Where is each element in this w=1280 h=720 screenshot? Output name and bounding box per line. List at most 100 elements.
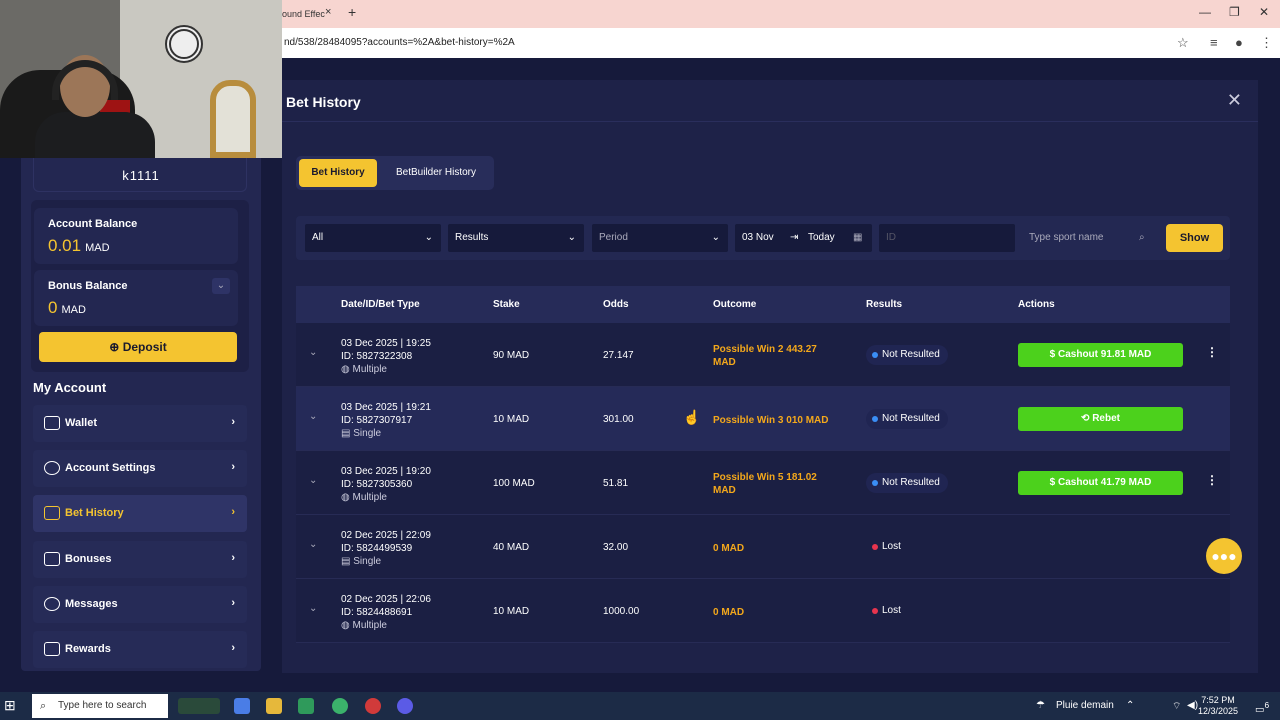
cashout-button[interactable]: $ Cashout 41.79 MAD <box>1018 471 1183 495</box>
show-button[interactable]: Show <box>1166 224 1223 252</box>
outcome: Possible Win 2 443.27 MAD <box>713 344 817 368</box>
tab-bet-history[interactable]: Bet History <box>299 159 377 187</box>
chevron-down-icon: ⌄ <box>567 232 576 243</box>
rebet-icon: ⟲ <box>1081 413 1093 424</box>
more-options-icon[interactable]: ⋮ <box>1206 345 1218 359</box>
bet-type: ▤ Single <box>341 428 382 439</box>
results-select[interactable]: Results ⌄ <box>448 224 584 252</box>
chevron-right-icon: › <box>231 597 235 609</box>
address-bar[interactable]: nd/538/28484095?accounts=%2A&bet-history… <box>284 37 515 48</box>
taskbar-search[interactable]: ⌕ Type here to search <box>32 694 168 718</box>
store-icon[interactable] <box>298 698 314 714</box>
chevron-down-icon[interactable]: ⌄ <box>212 278 230 294</box>
message-icon <box>44 597 60 611</box>
copilot-icon[interactable] <box>234 698 250 714</box>
col-results: Results <box>866 299 903 310</box>
ticket-icon: ▤ <box>341 428 354 439</box>
discord-icon[interactable] <box>397 698 413 714</box>
sidebar-item-bonuses[interactable]: Bonuses › <box>33 541 247 578</box>
cashout-button[interactable]: $ Cashout 91.81 MAD <box>1018 343 1183 367</box>
table-row[interactable]: ⌄ 03 Dec 2025 | 19:20 ID: 5827305360 ◍ Mul… <box>296 451 1230 515</box>
more-options-icon[interactable]: ⋮ <box>1206 473 1218 487</box>
chevron-down-icon[interactable]: ⌄ <box>309 539 317 550</box>
bet-type: ◍ Multiple <box>341 620 387 631</box>
sidebar-item-wallet[interactable]: Wallet › <box>33 405 247 442</box>
col-date: Date/ID/Bet Type <box>341 299 420 310</box>
sidebar-item-messages[interactable]: Messages › <box>33 586 247 623</box>
account-select[interactable]: All ⌄ <box>305 224 441 252</box>
period-select[interactable]: Period ⌄ <box>592 224 728 252</box>
stake: 90 MAD <box>493 350 530 361</box>
weather-text[interactable]: Pluie demain <box>1056 700 1114 711</box>
bet-info: 03 Dec 2025 | 19:20 ID: 5827305360 ◍ Multi… <box>341 466 431 503</box>
window-close-button[interactable]: ✕ <box>1259 5 1269 19</box>
table-row[interactable]: ⌄ 02 Dec 2025 | 22:06 ID: 5824488691 ◍ Mul… <box>296 579 1230 643</box>
odds: 1000.00 <box>603 606 640 617</box>
bet-info: 03 Dec 2025 | 19:21 ID: 5827307917 ▤ Singl… <box>341 402 431 439</box>
minimize-button[interactable]: — <box>1199 5 1211 19</box>
new-tab-button[interactable]: + <box>348 4 356 20</box>
file-explorer-icon[interactable] <box>266 698 282 714</box>
deposit-button[interactable]: ⊕ Deposit <box>39 332 237 362</box>
windows-taskbar: ⊞ ⌕ Type here to search ☂ Pluie demain ⌃ … <box>0 692 1280 720</box>
taskbar-clock[interactable]: 7:52 PM 12/3/2025 <box>1198 695 1238 717</box>
chevron-down-icon[interactable]: ⌄ <box>309 347 317 358</box>
table-row[interactable]: ⌄ 03 Dec 2025 | 19:21 ID: 5827307917 ▤ Sin… <box>296 387 1230 451</box>
sport-search-input[interactable]: Type sport name ⌕ <box>1022 224 1159 252</box>
tray-chevron-icon[interactable]: ⌃ <box>1126 700 1134 711</box>
balances-panel: Account Balance 0.01 MAD Bonus Balance 0M… <box>31 200 249 372</box>
plus-circle-icon: ⊕ <box>109 340 123 354</box>
chrome-icon[interactable] <box>332 698 348 714</box>
col-stake: Stake <box>493 299 520 310</box>
tab-betbuilder-history[interactable]: BetBuilder History <box>380 159 492 187</box>
ticket-icon: ◍ <box>341 492 353 503</box>
windows-start-icon[interactable]: ⊞ <box>4 697 16 714</box>
bet-type: ◍ Multiple <box>341 492 387 503</box>
notification-icon[interactable]: ▭6 <box>1255 700 1269 715</box>
status-badge: Not Resulted <box>866 473 948 493</box>
bonus-balance-value: 0 MAD <box>48 298 86 317</box>
media-icon[interactable]: ≡ <box>1210 35 1218 50</box>
chevron-down-icon[interactable]: ⌄ <box>309 411 317 422</box>
restore-button[interactable]: ❐ <box>1229 5 1240 19</box>
date-range-picker[interactable]: 03 Nov ⇥ Today ▦ <box>735 224 872 252</box>
sidebar-item-bet-history[interactable]: Bet History › <box>33 495 247 532</box>
chevron-right-icon: › <box>231 552 235 564</box>
odds: 32.00 <box>603 542 629 553</box>
profile-icon[interactable]: ● <box>1235 35 1243 50</box>
rewards-icon <box>44 642 60 656</box>
tab-close-icon[interactable]: × <box>325 6 331 18</box>
ticket-icon: ◍ <box>341 364 353 375</box>
chevron-down-icon[interactable]: ⌄ <box>309 475 317 486</box>
app-icon[interactable] <box>365 698 381 714</box>
table-row[interactable]: ⌄ 02 Dec 2025 | 22:09 ID: 5824499539 ▤ Sin… <box>296 515 1230 579</box>
outcome: Possible Win 3 010 MAD <box>713 415 829 426</box>
user-icon <box>44 461 60 475</box>
table-row[interactable]: ⌄ 03 Dec 2025 | 19:25 ID: 5827322308 ◍ Mul… <box>296 323 1230 387</box>
bet-type: ◍ Multiple <box>341 364 387 375</box>
account-balance-value: 0.01 MAD <box>48 236 110 255</box>
history-icon <box>44 506 60 520</box>
chat-bubble-icon[interactable]: ●●● <box>1206 538 1242 574</box>
chevron-down-icon[interactable]: ⌄ <box>309 603 317 614</box>
close-icon[interactable]: ✕ <box>1227 90 1242 111</box>
calendar-icon: ▦ <box>853 232 863 243</box>
bookmark-star-icon[interactable]: ☆ <box>1177 35 1189 51</box>
bonus-balance-label: Bonus Balance <box>48 280 128 292</box>
browser-menu-icon[interactable]: ⋮ <box>1260 35 1273 51</box>
network-icon[interactable]: ⌔ <box>1172 700 1181 713</box>
date-to: Today <box>808 232 835 243</box>
col-actions: Actions <box>1018 299 1055 310</box>
rebet-button[interactable]: ⟲ Rebet <box>1018 407 1183 431</box>
id-input[interactable]: ID <box>879 224 1015 252</box>
modal-header: Bet History ✕ <box>282 80 1258 122</box>
col-odds: Odds <box>603 299 629 310</box>
christmas-widget-icon[interactable] <box>178 698 220 714</box>
sidebar-item-rewards[interactable]: Rewards › <box>33 631 247 668</box>
webcam-overlay <box>0 0 282 158</box>
chevron-right-icon: › <box>231 506 235 518</box>
table-header: Date/ID/Bet Type Stake Odds Outcome Resu… <box>296 286 1230 323</box>
volume-icon[interactable]: ◀) <box>1187 700 1198 711</box>
odds: 301.00 <box>603 414 634 425</box>
sidebar-item-account-settings[interactable]: Account Settings › <box>33 450 247 487</box>
